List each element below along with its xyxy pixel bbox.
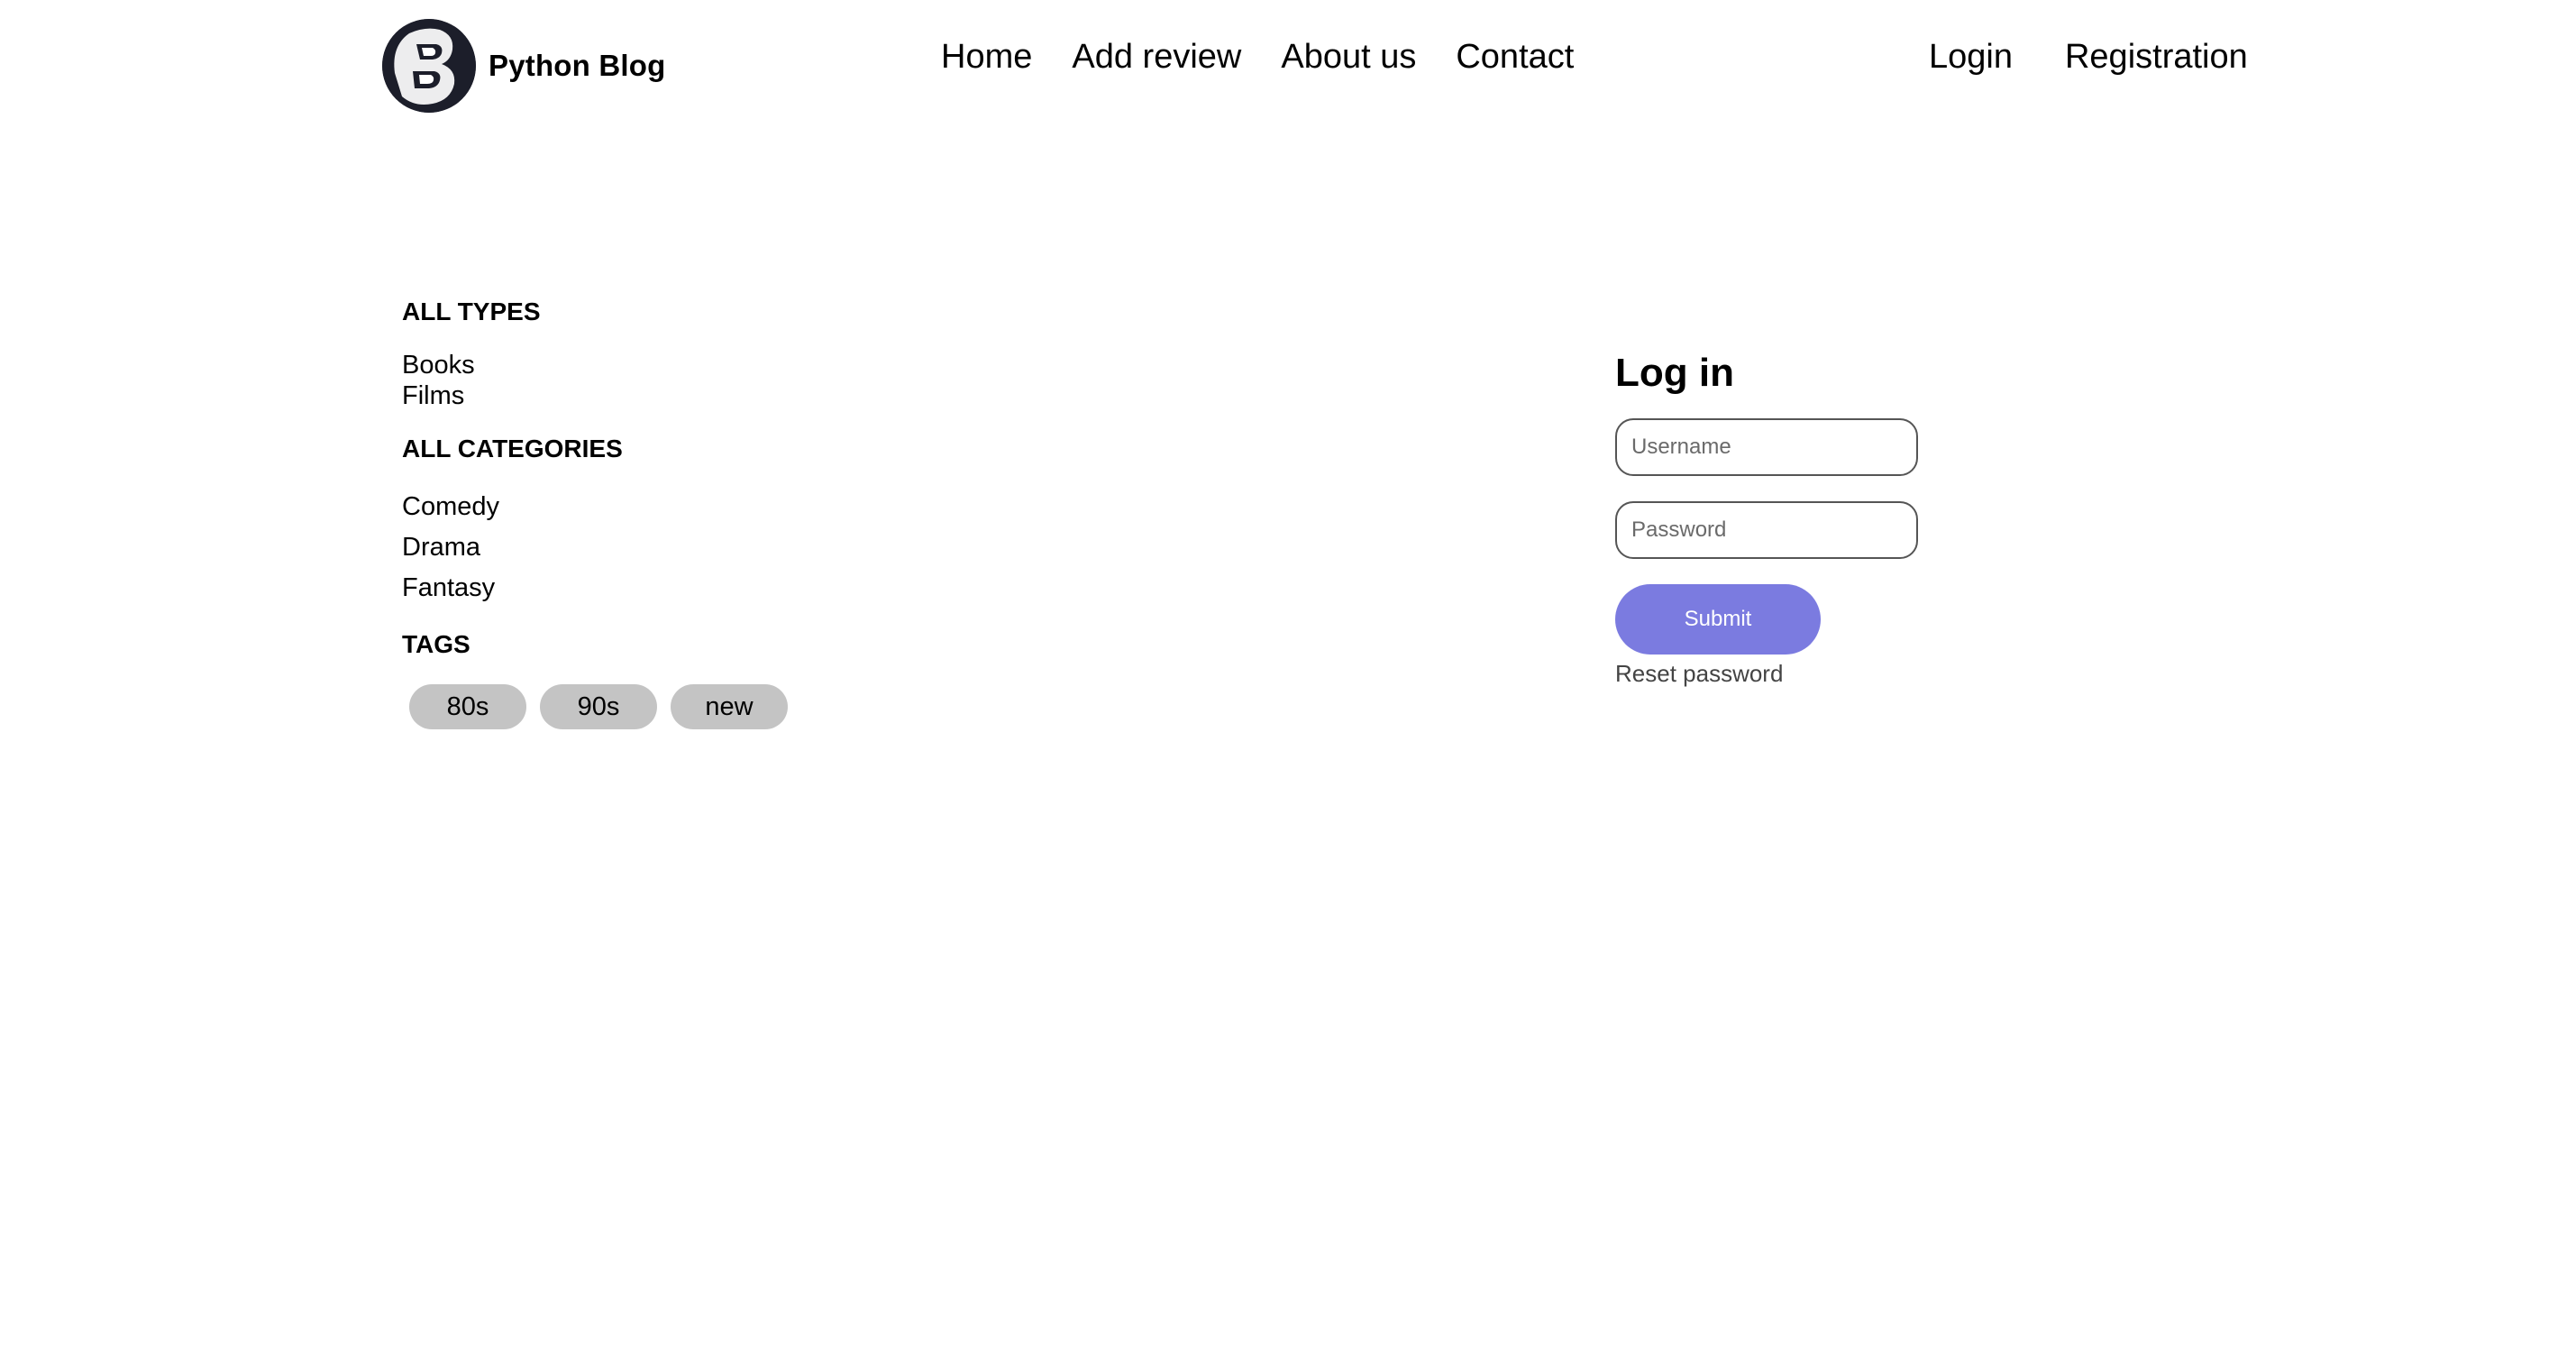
main-nav: Home Add review About us Contact [941,38,1613,77]
category-link-drama[interactable]: Drama [402,527,871,568]
tag-80s[interactable]: 80s [409,684,526,729]
categories-heading: ALL CATEGORIES [402,435,623,462]
login-form: Log in Submit Reset password [1615,346,1976,688]
nav-add-review[interactable]: Add review [1072,38,1241,77]
type-link-films[interactable]: Films [402,380,871,411]
submit-button[interactable]: Submit [1615,584,1821,655]
categories-list: Comedy Drama Fantasy [402,487,871,609]
sidebar: ALL TYPES Books Films ALL CATEGORIES Com… [402,294,871,729]
password-input[interactable] [1615,501,1918,559]
nav-about-us[interactable]: About us [1281,38,1416,77]
category-link-fantasy[interactable]: Fantasy [402,568,871,609]
category-link-comedy[interactable]: Comedy [402,487,871,527]
nav-contact[interactable]: Contact [1456,38,1574,77]
tags-heading: TAGS [402,630,470,658]
site-header: Python Blog Home Add review About us Con… [0,0,2576,132]
type-link-books[interactable]: Books [402,350,871,380]
username-input[interactable] [1615,418,1918,476]
brand-name: Python Blog [489,49,666,82]
tag-new[interactable]: new [671,684,788,729]
b-letter-logo-icon [382,19,476,113]
tags-list: 80s 90s new [402,684,871,729]
login-title: Log in [1615,351,1734,395]
reset-password-link[interactable]: Reset password [1615,660,1976,688]
nav-home[interactable]: Home [941,38,1032,77]
registration-link[interactable]: Registration [2065,38,2248,77]
login-link[interactable]: Login [1929,38,2013,77]
tag-90s[interactable]: 90s [540,684,657,729]
types-heading: ALL TYPES [402,298,541,325]
brand-link[interactable]: Python Blog [382,19,666,113]
auth-links: Login Registration [1929,38,2300,77]
types-list: Books Films [402,350,871,411]
